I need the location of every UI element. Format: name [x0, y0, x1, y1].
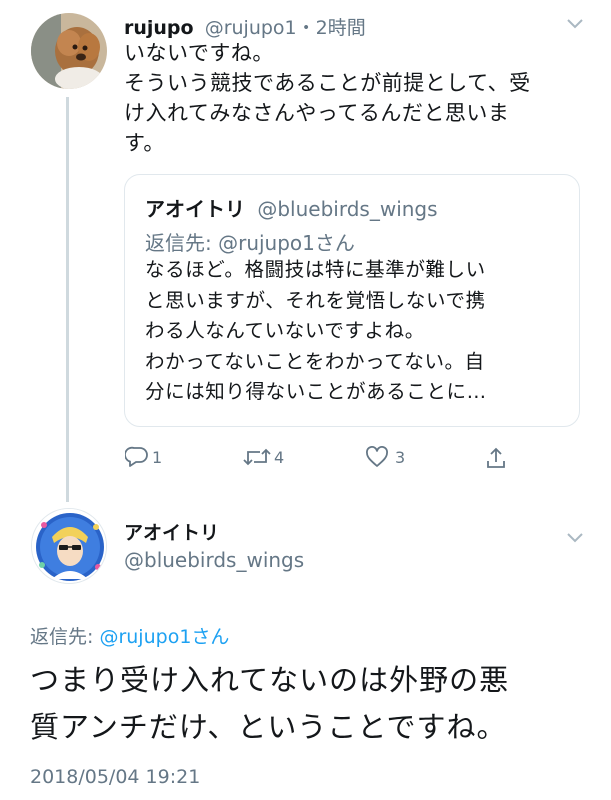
heart-icon: [366, 446, 388, 467]
quoted-tweet-card[interactable]: アオイトリ @bluebirds_wings 返信先: @rujupo1さん な…: [124, 174, 580, 427]
tweet-text: いないですね。 そういう競技であることが前提として、受 け入れてみなさんやってる…: [124, 41, 531, 155]
quoted-author-handle: @bluebirds_wings: [257, 197, 438, 221]
reply-icon: [125, 446, 148, 467]
retweet-count: 4: [274, 447, 285, 467]
author-name[interactable]: rujupo: [124, 17, 194, 39]
share-button[interactable]: [484, 446, 508, 470]
chevron-down-icon[interactable]: [566, 14, 584, 35]
bluebird-avatar-icon: [32, 509, 106, 583]
retweet-button[interactable]: 4: [242, 446, 284, 468]
avatar[interactable]: [31, 508, 107, 584]
reply-button[interactable]: 1: [125, 446, 162, 468]
thread-connector-line: [66, 97, 69, 502]
like-count: 3: [395, 447, 406, 467]
tweet-timestamp[interactable]: 2018/05/04 19:21: [30, 766, 200, 788]
reply-context-label: 返信先:: [30, 626, 100, 648]
retweet-icon: [243, 448, 271, 466]
dog-avatar-icon: [31, 13, 107, 89]
avatar[interactable]: [31, 13, 107, 89]
quoted-author-name: アオイトリ: [145, 197, 245, 221]
author-handle[interactable]: @rujupo1: [205, 17, 297, 39]
tweet-text: つまり受け入れてないのは外野の悪 質アンチだけ、ということですね。: [30, 663, 510, 744]
reply-user-link[interactable]: @rujupo1さん: [99, 626, 229, 648]
reply-context: 返信先: @rujupo1さん: [30, 622, 229, 649]
author-name[interactable]: アオイトリ: [124, 518, 219, 545]
quoted-reply-label: 返信先: @rujupo1さん: [145, 231, 355, 255]
chevron-down-icon[interactable]: [566, 528, 584, 549]
quoted-tweet-text: なるほど。格闘技は特に基準が難しい と思いますが、それを覚悟しないで携 わる人な…: [145, 258, 487, 403]
reply-count: 1: [152, 447, 163, 467]
like-button[interactable]: 3: [365, 446, 405, 468]
tweet-time[interactable]: ・2時間: [297, 17, 366, 39]
share-icon: [487, 447, 505, 468]
author-handle[interactable]: @bluebirds_wings: [124, 548, 304, 572]
